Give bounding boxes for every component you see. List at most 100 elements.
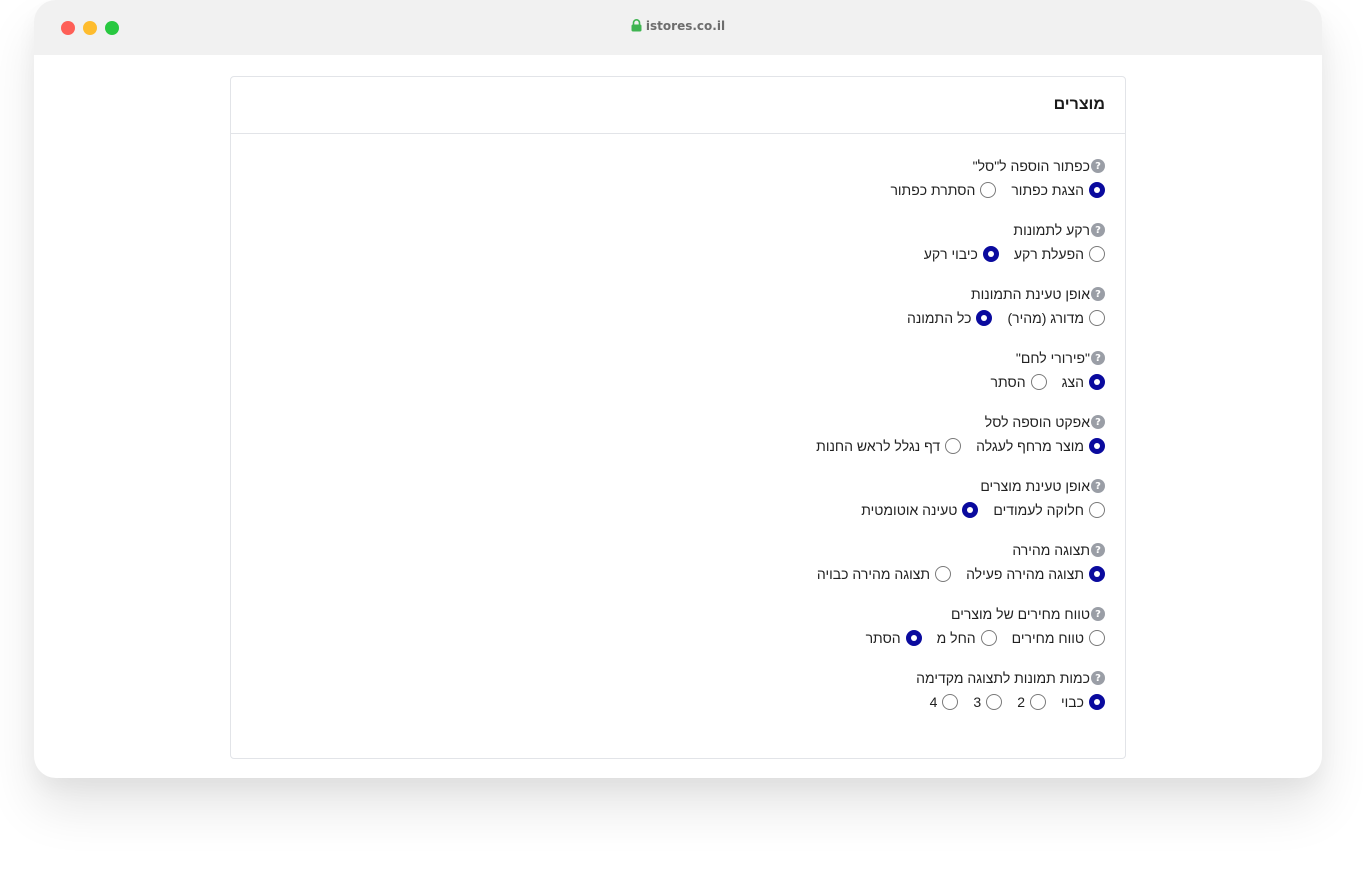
radio-button[interactable] (986, 694, 1003, 710)
radio-button[interactable] (980, 630, 997, 646)
help-icon[interactable]: ? (1091, 287, 1105, 301)
radio-option[interactable]: 4 (930, 694, 959, 710)
radio-option[interactable]: כל התמונה (907, 310, 993, 326)
radio-button[interactable] (980, 182, 997, 198)
radio-label: כיבוי רקע (923, 246, 978, 262)
radio-button-selected[interactable] (1089, 182, 1105, 198)
lock-icon (631, 19, 642, 35)
radio-option[interactable]: דף נגלל לראש החנות (816, 438, 962, 454)
radio-option[interactable]: כבוי (1061, 694, 1105, 710)
radio-button[interactable] (942, 694, 959, 710)
setting-label: כפתור הוספה ל"סל" (972, 158, 1090, 174)
radio-label: הצג (1061, 374, 1084, 390)
radio-button[interactable] (1030, 374, 1047, 390)
radio-label: דף נגלל לראש החנות (816, 438, 941, 454)
radio-button[interactable] (935, 566, 952, 582)
setting-group: ? אופן טעינת מוצרים חלוקה לעמודים טעינה אוט… (251, 477, 1105, 541)
radio-label: תצוגה מהירה פעילה (966, 566, 1084, 582)
radio-button[interactable] (1089, 502, 1105, 518)
radio-button-selected[interactable] (1089, 566, 1105, 582)
card-title: מוצרים (1053, 96, 1105, 113)
radio-option[interactable]: מוצר מרחף לעגלה (976, 438, 1105, 454)
radio-button-selected[interactable] (1089, 438, 1105, 454)
radio-option[interactable]: מדורג (מהיר) (1007, 310, 1105, 326)
radio-button[interactable] (1089, 246, 1105, 262)
radio-options: טווח מחירים החל מ הסתר (251, 629, 1105, 647)
setting-group: ? אופן טעינת התמונות מדורג (מהיר) כל התמונה (251, 285, 1105, 349)
setting-group: ? תצוגה מהירה תצוגה מהירה פעילה תצוגה מהירה… (251, 541, 1105, 605)
radio-button-selected[interactable] (905, 630, 922, 646)
url-text: istores.co.il (645, 19, 726, 33)
setting-question: ? אפקט הוספה לסל (251, 413, 1105, 431)
radio-options: מוצר מרחף לעגלה דף נגלל לראש החנות (251, 437, 1105, 455)
setting-label: טווח מחירים של מוצרים (951, 606, 1090, 622)
radio-option[interactable]: הסתרת כפתור (890, 182, 997, 198)
setting-label: כמות תמונות לתצוגה מקדימה (916, 670, 1090, 686)
setting-label: אפקט הוספה לסל (984, 414, 1090, 430)
setting-label: "פירורי לחם" (1015, 350, 1090, 366)
radio-button-selected[interactable] (962, 502, 979, 518)
setting-question: ? תצוגה מהירה (251, 541, 1105, 559)
radio-options: כבוי 2 3 4 (251, 693, 1105, 711)
radio-label: הסתר (865, 630, 901, 646)
radio-label: 2 (1017, 694, 1025, 710)
radio-label: כבוי (1061, 694, 1084, 710)
radio-label: החל מ (936, 630, 976, 646)
radio-options: הצג הסתר (251, 373, 1105, 391)
radio-option[interactable]: טווח מחירים (1012, 630, 1105, 646)
radio-option[interactable]: החל מ (937, 630, 997, 646)
help-icon[interactable]: ? (1091, 479, 1105, 493)
help-icon[interactable]: ? (1091, 223, 1105, 237)
help-icon[interactable]: ? (1091, 351, 1105, 365)
radio-button-selected[interactable] (1089, 374, 1105, 390)
radio-option[interactable]: כיבוי רקע (924, 246, 999, 262)
radio-label: הצגת כפתור (1011, 182, 1084, 198)
radio-option[interactable]: חלוקה לעמודים (993, 502, 1105, 518)
setting-label: אופן טעינת מוצרים (980, 478, 1090, 494)
radio-label: תצוגה מהירה כבויה (816, 566, 931, 582)
radio-button[interactable] (1030, 694, 1046, 710)
setting-group: ? אפקט הוספה לסל מוצר מרחף לעגלה דף נגלל לר… (251, 413, 1105, 477)
setting-label: תצוגה מהירה (1012, 542, 1090, 558)
radio-button[interactable] (1089, 630, 1105, 646)
setting-question: ? טווח מחירים של מוצרים (251, 605, 1105, 623)
radio-option[interactable]: 2 (1017, 694, 1046, 710)
browser-window: istores.co.il מוצרים ? כפתור הוספה ל"סל" ה… (34, 0, 1322, 778)
radio-label: טווח מחירים (1011, 630, 1084, 646)
setting-question: ? אופן טעינת מוצרים (251, 477, 1105, 495)
help-icon[interactable]: ? (1091, 607, 1105, 621)
help-icon[interactable]: ? (1091, 415, 1105, 429)
setting-group: ? רקע לתמונות הפעלת רקע כיבוי רקע (251, 221, 1105, 285)
radio-label: טעינה אוטומטית (861, 502, 958, 518)
setting-question: ? רקע לתמונות (251, 221, 1105, 239)
radio-options: הפעלת רקע כיבוי רקע (251, 245, 1105, 263)
radio-button-selected[interactable] (976, 310, 993, 326)
radio-option[interactable]: הפעלת רקע (1014, 246, 1105, 262)
radio-option[interactable]: טעינה אוטומטית (861, 502, 979, 518)
radio-option[interactable]: הסתר (991, 374, 1047, 390)
radio-options: חלוקה לעמודים טעינה אוטומטית (251, 501, 1105, 519)
radio-option[interactable]: תצוגה מהירה כבויה (816, 566, 952, 582)
products-settings-card: מוצרים ? כפתור הוספה ל"סל" הצגת כפתור הסתרת… (230, 76, 1126, 759)
radio-option[interactable]: 3 (973, 694, 1003, 710)
radio-option[interactable]: הסתר (866, 630, 922, 646)
radio-button-selected[interactable] (1089, 694, 1105, 710)
radio-label: מדורג (מהיר) (1007, 310, 1084, 326)
radio-label: הפעלת רקע (1013, 246, 1084, 262)
setting-question: ? כמות תמונות לתצוגה מקדימה (251, 669, 1105, 687)
setting-question: ? אופן טעינת התמונות (251, 285, 1105, 303)
radio-option[interactable]: הצגת כפתור (1011, 182, 1105, 198)
help-icon[interactable]: ? (1091, 543, 1105, 557)
radio-button[interactable] (945, 438, 962, 454)
help-icon[interactable]: ? (1091, 671, 1105, 685)
radio-option[interactable]: הצג (1062, 374, 1105, 390)
radio-option[interactable]: תצוגה מהירה פעילה (966, 566, 1105, 582)
radio-button-selected[interactable] (982, 246, 999, 262)
radio-button[interactable] (1089, 310, 1105, 326)
help-icon[interactable]: ? (1091, 159, 1105, 173)
radio-label: 3 (973, 694, 982, 710)
address-bar[interactable]: istores.co.il (34, 19, 1322, 35)
radio-options: תצוגה מהירה פעילה תצוגה מהירה כבויה (251, 565, 1105, 583)
radio-options: הצגת כפתור הסתרת כפתור (251, 181, 1105, 199)
radio-label: הסתרת כפתור (890, 182, 976, 198)
